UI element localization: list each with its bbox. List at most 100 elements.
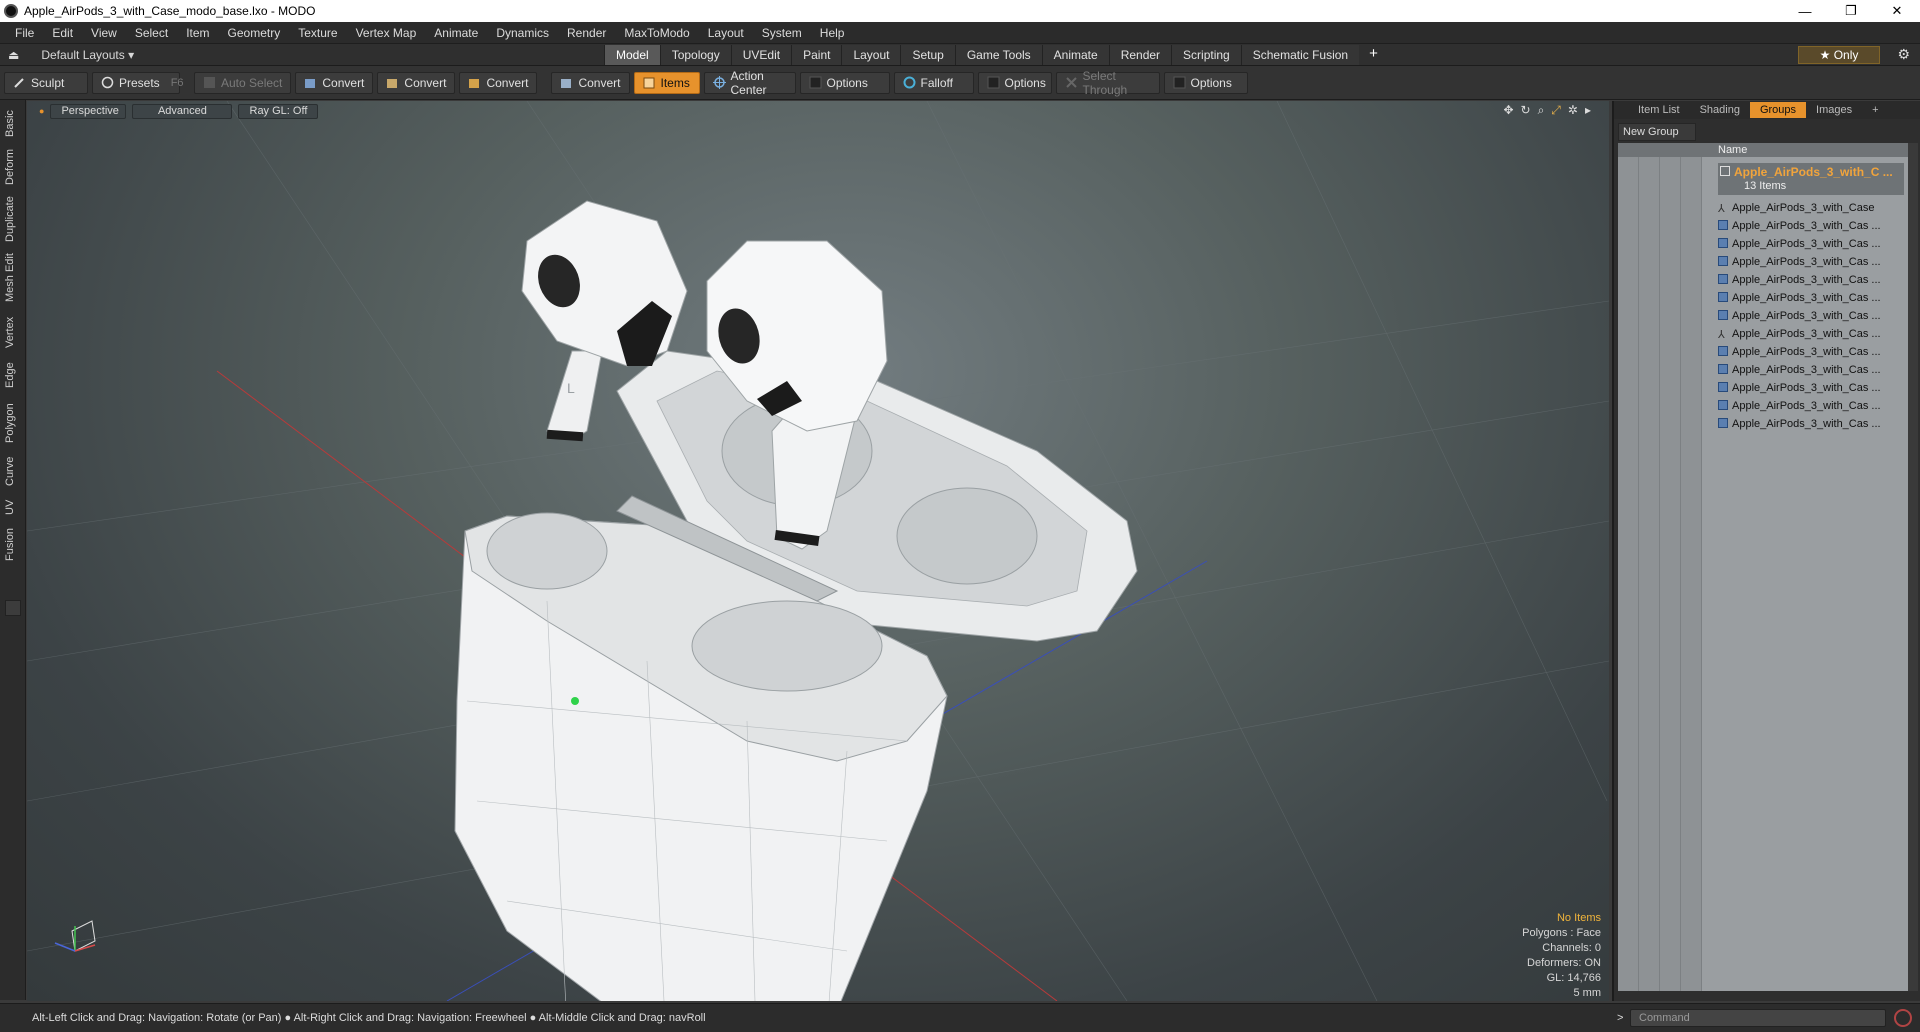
default-layouts-dropdown[interactable]: Default Layouts ▾: [41, 48, 134, 62]
mesh-icon: [1718, 274, 1728, 284]
new-group-button[interactable]: New Group: [1618, 123, 1696, 141]
list-item[interactable]: Apple_AirPods_3_with_Cas ...: [1718, 343, 1904, 361]
perspective-dropdown[interactable]: Perspective: [50, 103, 127, 119]
tab-paint[interactable]: Paint: [791, 44, 842, 65]
menu-dynamics[interactable]: Dynamics: [487, 26, 558, 40]
panel-scrollbar[interactable]: [1908, 143, 1918, 991]
action-center-button[interactable]: Action Center: [703, 69, 796, 97]
advanced-dropdown[interactable]: Advanced: [132, 103, 233, 119]
rotate-icon[interactable]: ↻: [1521, 103, 1531, 118]
tab-setup[interactable]: Setup: [900, 44, 955, 65]
tab-render[interactable]: Render: [1108, 44, 1172, 65]
tab-groups[interactable]: Groups: [1749, 102, 1807, 118]
tab-duplicate[interactable]: Duplicate: [4, 192, 22, 246]
deformers-label: Deformers: ON: [1527, 957, 1601, 969]
convert-items-button[interactable]: Convert: [551, 71, 630, 94]
presets-button[interactable]: Presets F6: [92, 71, 184, 94]
auto-select-button[interactable]: Auto Select: [194, 71, 292, 94]
tab-item-list[interactable]: Item List: [1628, 102, 1690, 118]
tab-scripting[interactable]: Scripting: [1171, 44, 1241, 65]
add-tab-button[interactable]: +: [1359, 45, 1388, 65]
command-input[interactable]: Command: [1630, 1009, 1886, 1027]
tab-topology[interactable]: Topology: [659, 44, 731, 65]
tab-vertex[interactable]: Vertex: [4, 312, 22, 352]
menu-file[interactable]: File: [6, 26, 43, 40]
viewport-expand-icon[interactable]: ▸: [1585, 103, 1591, 118]
tab-model[interactable]: Model: [604, 44, 660, 65]
list-item[interactable]: Apple_AirPods_3_with_Cas ...: [1718, 271, 1904, 289]
menu-help[interactable]: Help: [811, 26, 854, 40]
minimize-button[interactable]: —: [1782, 0, 1828, 22]
maximize-button[interactable]: ❐: [1828, 0, 1874, 22]
only-toggle[interactable]: ★ Only: [1798, 45, 1880, 64]
tab-fusion[interactable]: Fusion: [4, 524, 22, 564]
menu-edit[interactable]: Edit: [43, 26, 82, 40]
list-item[interactable]: Apple_AirPods_3_with_Cas ...: [1718, 379, 1904, 397]
viewport-menu-icon[interactable]: ●: [39, 106, 44, 116]
tab-curve[interactable]: Curve: [4, 452, 22, 490]
close-button[interactable]: ✕: [1874, 0, 1920, 22]
name-column-header[interactable]: Name: [1718, 143, 1747, 157]
tab-basic[interactable]: Basic: [4, 106, 22, 142]
menu-texture[interactable]: Texture: [289, 26, 346, 40]
tab-edge[interactable]: Edge: [4, 358, 22, 392]
menu-geometry[interactable]: Geometry: [219, 26, 290, 40]
list-item[interactable]: Apple_AirPods_3_with_Cas ...: [1718, 217, 1904, 235]
zoom-icon[interactable]: ⌕: [1538, 103, 1545, 118]
tab-animate[interactable]: Animate: [1041, 44, 1109, 65]
fit-icon[interactable]: ⤢: [1551, 103, 1561, 118]
list-item[interactable]: Apple_AirPods_3_with_Cas ...: [1718, 253, 1904, 271]
3d-viewport[interactable]: L R ● Perspective Advanced Ray GL: Off ✥: [27, 101, 1609, 1001]
viewport-settings-icon[interactable]: ✲: [1568, 103, 1578, 118]
menu-vertex-map[interactable]: Vertex Map: [347, 26, 426, 40]
tab-mesh-edit[interactable]: Mesh Edit: [4, 252, 22, 304]
action-center-options-button[interactable]: Options: [799, 71, 890, 94]
list-item[interactable]: ⅄ Apple_AirPods_3_with_Cas ...: [1718, 325, 1904, 343]
convert-vertices-button[interactable]: Convert: [295, 71, 374, 94]
convert-polygon-icon: [468, 76, 481, 89]
menu-system[interactable]: System: [753, 26, 811, 40]
list-item[interactable]: Apple_AirPods_3_with_Cas ...: [1718, 397, 1904, 415]
tab-uvedit[interactable]: UVEdit: [730, 44, 792, 65]
convert-polygons-button[interactable]: Convert: [459, 71, 538, 94]
tab-game-tools[interactable]: Game Tools: [954, 44, 1042, 65]
convert-label-1: Convert: [322, 75, 365, 90]
tab-images[interactable]: Images: [1806, 102, 1862, 118]
list-item[interactable]: Apple_AirPods_3_with_Cas ...: [1718, 415, 1904, 433]
group-row[interactable]: Apple_AirPods_3_with_C ... 13 Items: [1718, 163, 1904, 195]
select-through-options-button[interactable]: Options: [1163, 71, 1248, 94]
add-panel-tab-button[interactable]: +: [1862, 102, 1888, 118]
menu-item[interactable]: Item: [177, 26, 218, 40]
panel-toggle-button[interactable]: [5, 600, 21, 616]
tab-uv[interactable]: UV: [4, 496, 22, 518]
pan-icon[interactable]: ✥: [1503, 103, 1513, 118]
list-item[interactable]: Apple_AirPods_3_with_Cas ...: [1718, 307, 1904, 325]
list-item[interactable]: Apple_AirPods_3_with_Cas ...: [1718, 289, 1904, 307]
tab-deform[interactable]: Deform: [4, 146, 22, 188]
items-mode-button[interactable]: Items: [633, 71, 700, 94]
falloff-button[interactable]: Falloff: [893, 71, 974, 94]
menu-animate[interactable]: Animate: [425, 26, 487, 40]
list-item[interactable]: Apple_AirPods_3_with_Cas ...: [1718, 361, 1904, 379]
menu-view[interactable]: View: [82, 26, 126, 40]
tab-shading[interactable]: Shading: [1690, 102, 1750, 118]
raygl-toggle[interactable]: Ray GL: Off: [238, 103, 319, 119]
menu-select[interactable]: Select: [126, 26, 177, 40]
gear-icon[interactable]: ⚙: [1897, 46, 1910, 63]
layout-collapse-icon[interactable]: ⏏: [8, 48, 19, 62]
record-icon[interactable]: [1894, 1009, 1912, 1027]
list-item[interactable]: ⅄ Apple_AirPods_3_with_Case: [1718, 199, 1904, 217]
menu-layout[interactable]: Layout: [699, 26, 753, 40]
tab-schematic-fusion[interactable]: Schematic Fusion: [1240, 44, 1360, 65]
tab-polygon[interactable]: Polygon: [4, 400, 22, 446]
list-item[interactable]: Apple_AirPods_3_with_Cas ...: [1718, 235, 1904, 253]
falloff-options-button[interactable]: Options: [977, 71, 1052, 94]
sculpt-button[interactable]: Sculpt: [4, 71, 88, 94]
main-toolbar: Sculpt Presets F6 Auto Select Convert Co…: [0, 66, 1920, 100]
select-through-button[interactable]: Select Through: [1055, 69, 1160, 97]
menu-maxtomodo[interactable]: MaxToModo: [615, 26, 698, 40]
mesh-icon: [1718, 238, 1728, 248]
menu-render[interactable]: Render: [558, 26, 615, 40]
tab-layout[interactable]: Layout: [841, 44, 901, 65]
convert-edges-button[interactable]: Convert: [377, 71, 456, 94]
